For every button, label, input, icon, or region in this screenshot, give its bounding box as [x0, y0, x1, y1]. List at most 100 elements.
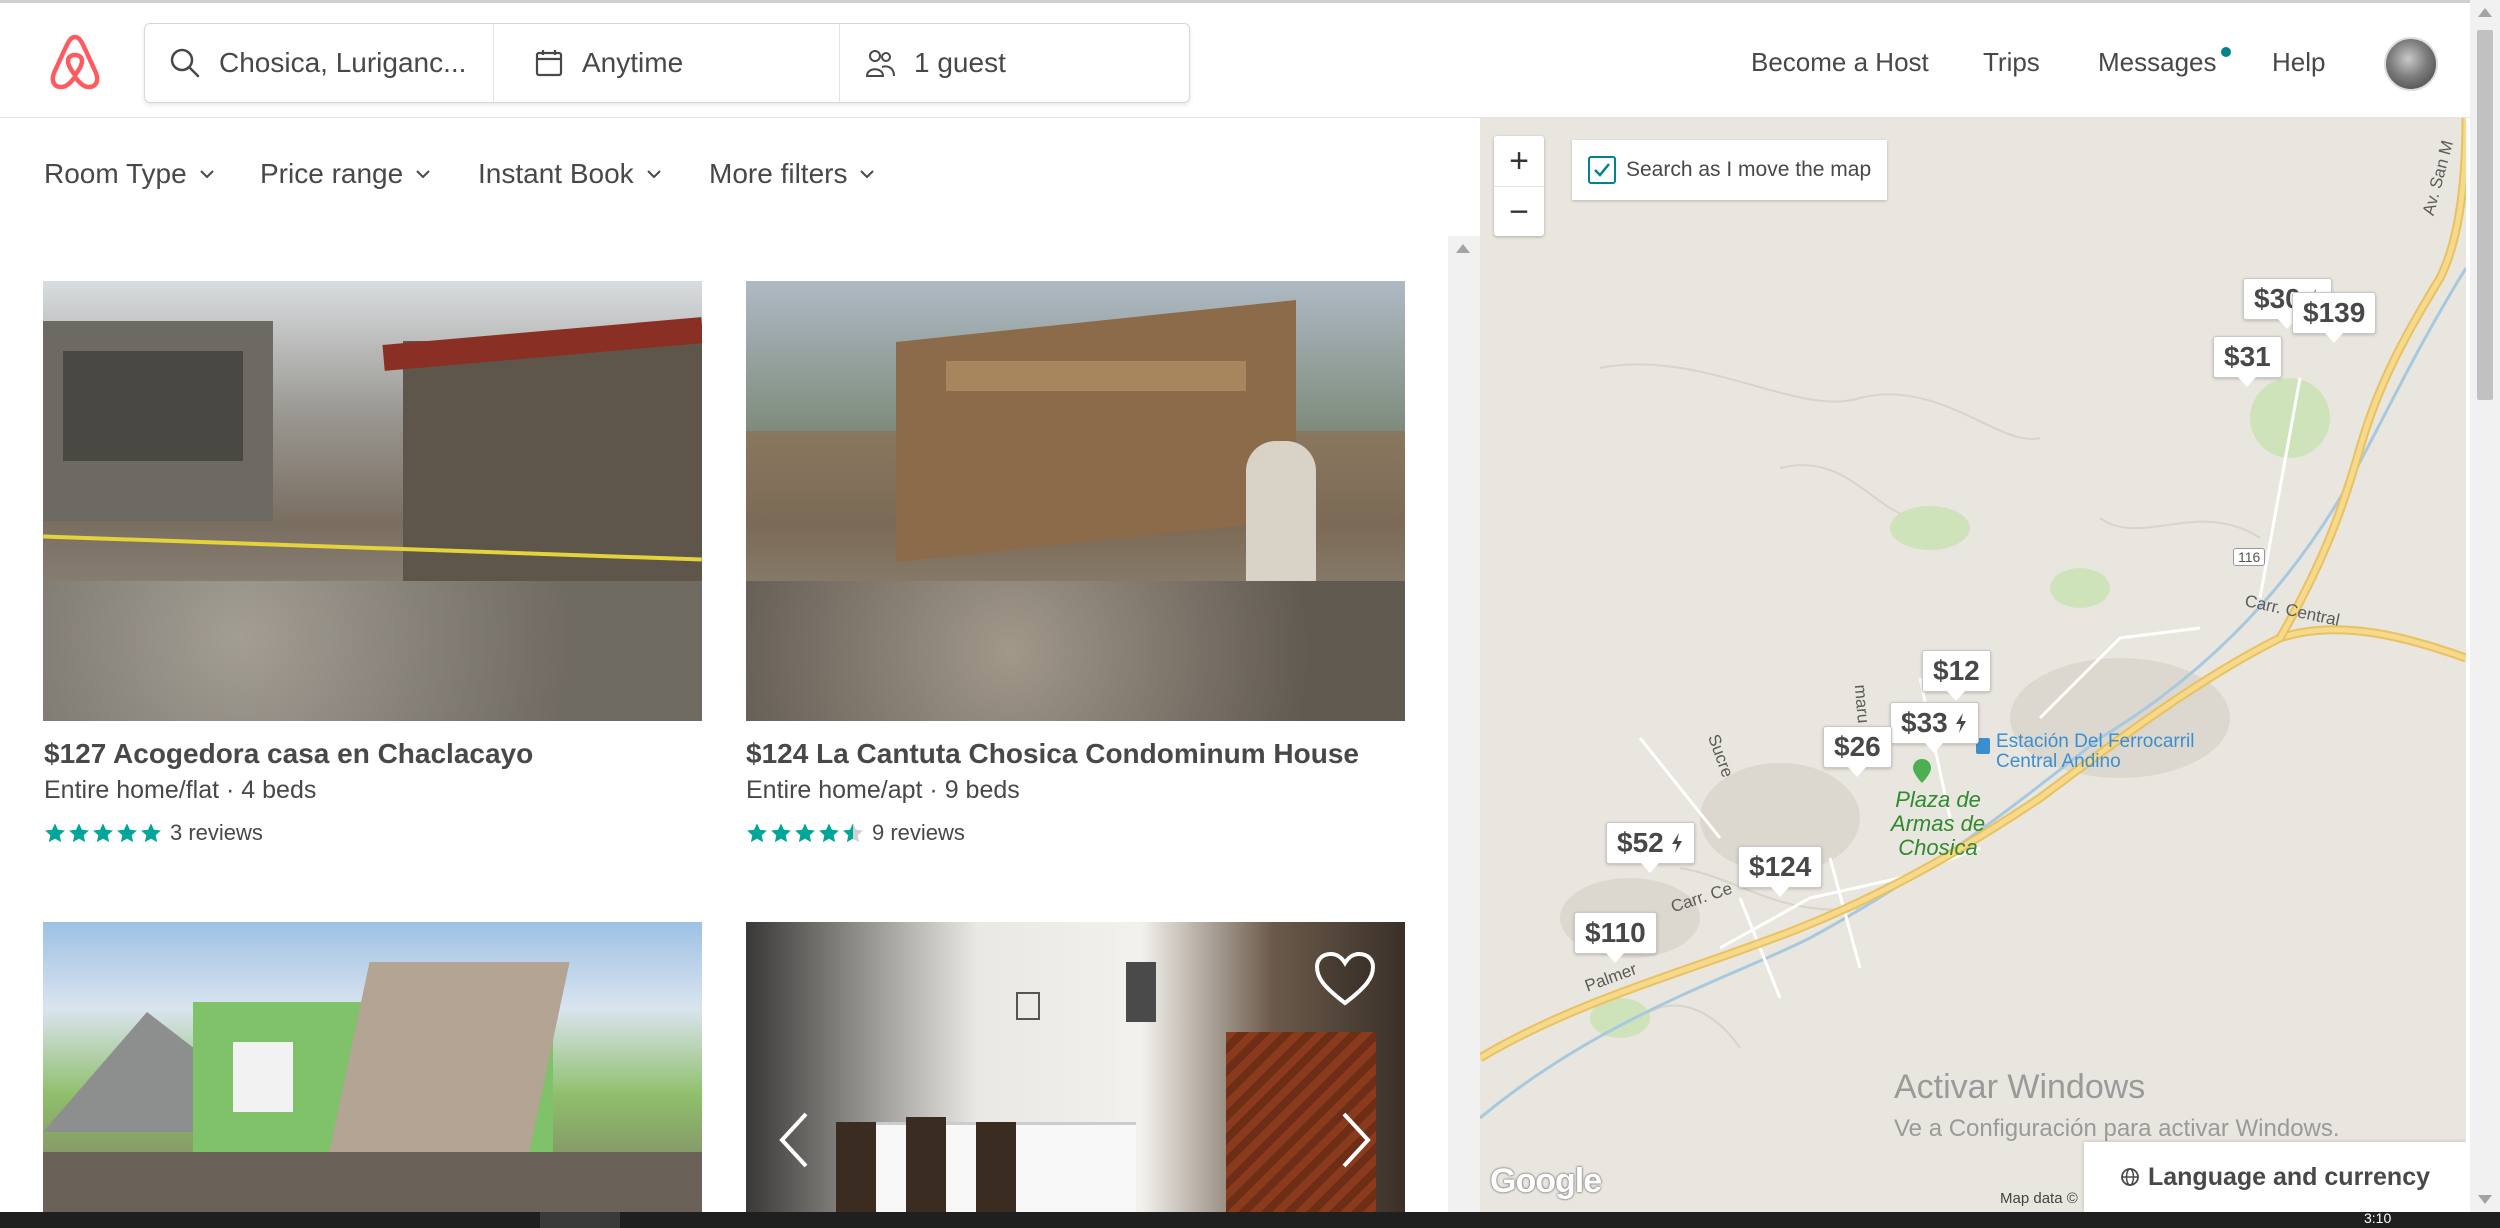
review-count: 9 reviews [872, 820, 965, 845]
calendar-icon [535, 50, 563, 77]
star-icon [93, 823, 113, 843]
scroll-up-arrow-icon[interactable] [2478, 8, 2492, 17]
search-as-move-checkbox[interactable] [1588, 156, 1616, 184]
filter-label: Price range [260, 158, 404, 189]
search-as-move-toggle[interactable]: Search as I move the map [1572, 140, 1888, 200]
pin-price: $139 [2303, 297, 2366, 328]
listing-rating: 3 reviews [44, 820, 263, 846]
language-currency-label: Language and currency [2147, 1162, 2431, 1191]
pin-price: $110 [1585, 917, 1646, 948]
price-pin[interactable]: $12 [1922, 650, 1991, 701]
location-value: Chosica, Luriganc... [219, 47, 467, 78]
listing-title[interactable]: $124 La Cantuta Chosica Condominum House [746, 738, 1359, 770]
watermark-subtitle: Ve a Configuración para activar Windows. [1894, 1115, 2340, 1142]
price-pin[interactable]: $33 [1890, 702, 1979, 753]
search-bar[interactable]: Chosica, Luriganc... Anytime 1 guest [144, 23, 1190, 103]
listings-scrollbar[interactable] [1448, 236, 1480, 1216]
plaza-label: Plaza de Armas de Chosica [1890, 787, 1986, 860]
checkmark-icon [1594, 163, 1610, 177]
language-currency-button[interactable]: Language and currency [2084, 1142, 2466, 1212]
star-icon [117, 823, 137, 843]
windows-activation-watermark: Activar Windows Ve a Configuración para … [1894, 1068, 2340, 1143]
rubble-image [43, 1152, 702, 1212]
chevron-right-icon[interactable] [1338, 1110, 1374, 1170]
chevron-left-icon[interactable] [776, 1110, 812, 1170]
star-icon [819, 823, 839, 843]
guests-icon [865, 50, 895, 77]
star-icon [69, 823, 89, 843]
star-icon [747, 823, 767, 843]
top-header: Chosica, Luriganc... Anytime 1 guest Bec… [0, 0, 2470, 118]
filter-more-filters[interactable]: More filters [709, 158, 875, 190]
chevron-down-icon [860, 170, 875, 179]
price-pin[interactable]: $110 [1574, 912, 1657, 963]
instant-book-icon [1671, 833, 1682, 853]
airbnb-logo-icon[interactable] [44, 31, 106, 93]
scroll-thumb[interactable] [2477, 30, 2493, 400]
star-icon [141, 823, 161, 843]
search-as-move-label: Search as I move the map [1626, 158, 1872, 181]
tv-image [1126, 962, 1156, 1022]
zoom-control: + − [1494, 136, 1544, 236]
globe-icon [2121, 1168, 2139, 1186]
google-logo[interactable]: Google [1490, 1162, 1602, 1201]
dates-field[interactable]: Anytime [493, 24, 839, 102]
zoom-out-button[interactable]: − [1494, 186, 1544, 237]
star-icon [45, 823, 65, 843]
listing-details: Entire home/apt · 9 beds [746, 776, 1020, 804]
window-image [233, 1042, 293, 1112]
chair-image [906, 1117, 946, 1212]
map-data-attribution[interactable]: Map data © [2000, 1190, 2078, 1207]
messages-link[interactable]: Messages [2098, 47, 2217, 78]
taskbar-clock: 3:10 [2364, 1210, 2392, 1226]
taskbar-item[interactable] [540, 1212, 620, 1228]
house-window-image [63, 351, 243, 461]
filter-price-range[interactable]: Price range [260, 158, 431, 190]
filter-instant-book[interactable]: Instant Book [478, 158, 662, 190]
chair-image [976, 1122, 1016, 1212]
price-pin[interactable]: $124 [1738, 846, 1823, 897]
scroll-up-arrow-icon[interactable] [1456, 244, 1470, 253]
search-icon [170, 48, 200, 78]
price-pin[interactable]: $52 [1606, 822, 1695, 873]
star-icon [795, 823, 815, 843]
os-taskbar: 3:10 [0, 1210, 2500, 1228]
filter-label: Room Type [44, 158, 187, 189]
filter-room-type[interactable]: Room Type [44, 158, 215, 190]
page-scrollbar[interactable] [2470, 0, 2500, 1212]
save-heart-icon[interactable] [1314, 951, 1376, 1007]
unread-indicator [2221, 47, 2231, 57]
station-label: Estación Del Ferrocarril Central Andino [1996, 731, 2195, 772]
price-pin[interactable]: $139 [2292, 292, 2377, 343]
user-avatar[interactable] [2384, 37, 2438, 91]
listing-photo[interactable] [746, 922, 1405, 1212]
chevron-down-icon [416, 170, 430, 179]
guests-field[interactable]: 1 guest [839, 24, 1187, 102]
instant-book-icon [1955, 713, 1966, 733]
star-rating [746, 822, 866, 844]
become-host-link[interactable]: Become a Host [1751, 47, 1929, 78]
review-count: 3 reviews [170, 820, 263, 845]
zoom-in-button[interactable]: + [1494, 136, 1544, 186]
collapsed-building-image [896, 299, 1296, 563]
pin-price: $52 [1617, 827, 1664, 858]
location-field[interactable]: Chosica, Luriganc... [145, 24, 493, 102]
listing-photo[interactable] [746, 281, 1405, 721]
scroll-down-arrow-icon[interactable] [2478, 1195, 2492, 1204]
star-half-icon [843, 823, 863, 843]
trips-link[interactable]: Trips [1983, 47, 2040, 78]
listing-rating: 9 reviews [746, 820, 965, 846]
chair-image [836, 1122, 876, 1212]
star-rating [44, 822, 164, 844]
listing-details: Entire home/flat · 4 beds [44, 776, 317, 804]
listing-photo[interactable] [43, 922, 702, 1212]
price-pin[interactable]: $26 [1823, 726, 1892, 777]
help-link[interactable]: Help [2272, 47, 2325, 78]
chevron-down-icon [646, 170, 661, 179]
listing-photo[interactable] [43, 281, 702, 721]
map[interactable]: Carr. Central Carr. Ce Av. San M Sucre m… [1480, 118, 2466, 1212]
brick-wall-image [946, 361, 1246, 391]
price-pin[interactable]: $31 [2213, 336, 2282, 387]
listing-title[interactable]: $127 Acogedora casa en Chaclacayo [44, 738, 533, 770]
highway-shield: 116 [2233, 548, 2266, 566]
